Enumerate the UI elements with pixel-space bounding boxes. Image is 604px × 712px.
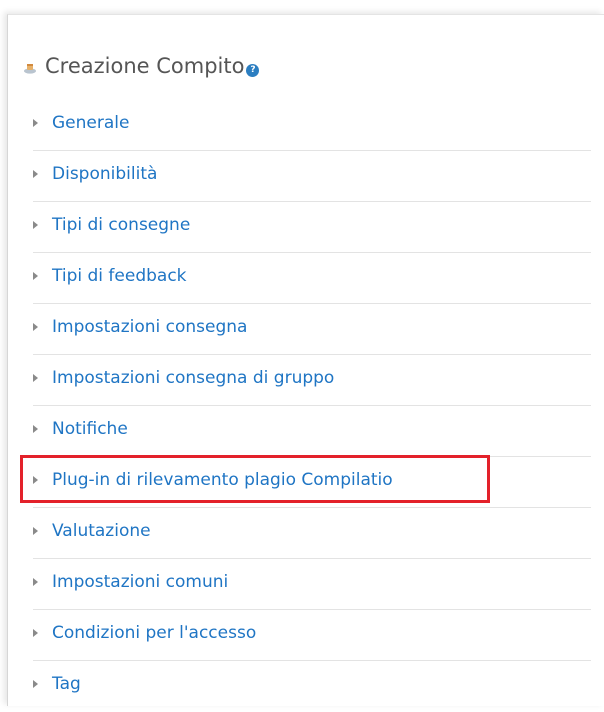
section-toggle[interactable]: Plug-in di rilevamento plagio Compilatio [33,470,393,490]
caret-right-icon [33,680,38,688]
section-toggle[interactable]: Impostazioni consegna [33,317,247,337]
section-link[interactable]: Impostazioni comuni [52,572,228,592]
section-item-impostazioni-consegna-di-gruppo: Impostazioni consegna di gruppo [33,355,591,406]
section-link[interactable]: Impostazioni consegna di gruppo [52,368,334,388]
section-item-plagiarism-plugin: Plug-in di rilevamento plagio Compilatio [33,457,591,508]
section-toggle[interactable]: Generale [33,113,129,133]
section-item-generale: Generale [33,100,591,151]
caret-right-icon [33,527,38,535]
section-toggle[interactable]: Impostazioni consegna di gruppo [33,368,334,388]
section-toggle[interactable]: Condizioni per l'accesso [33,623,256,643]
section-toggle[interactable]: Valutazione [33,521,151,541]
caret-right-icon [33,272,38,280]
caret-right-icon [33,221,38,229]
section-item-tipi-di-feedback: Tipi di feedback [33,253,591,304]
section-toggle[interactable]: Tipi di consegne [33,215,190,235]
caret-right-icon [33,119,38,127]
section-item-tipi-di-consegne: Tipi di consegne [33,202,591,253]
caret-right-icon [33,425,38,433]
section-item-disponibilita: Disponibilità [33,151,591,202]
section-link[interactable]: Tag [52,674,81,694]
section-list: Generale Disponibilità Tipi di consegne … [33,100,591,712]
section-item-impostazioni-consegna: Impostazioni consegna [33,304,591,355]
assignment-icon [24,64,36,74]
section-link[interactable]: Valutazione [52,521,151,541]
section-toggle[interactable]: Impostazioni comuni [33,572,228,592]
section-toggle[interactable]: Tag [33,674,81,694]
section-item-tag: Tag [33,661,591,712]
section-item-condizioni-accesso: Condizioni per l'accesso [33,610,591,661]
section-link[interactable]: Condizioni per l'accesso [52,623,256,643]
page-title: Creazione Compito [45,54,245,78]
section-link[interactable]: Disponibilità [52,164,157,184]
section-link[interactable]: Impostazioni consegna [52,317,247,337]
section-link[interactable]: Notifiche [52,419,128,439]
question-circle-icon[interactable]: ? [246,63,260,77]
caret-right-icon [33,323,38,331]
caret-right-icon [33,629,38,637]
caret-right-icon [33,170,38,178]
section-toggle[interactable]: Notifiche [33,419,128,439]
section-toggle[interactable]: Tipi di feedback [33,266,187,286]
panel-header: Creazione Compito ? [23,48,260,84]
caret-right-icon [33,374,38,382]
section-toggle[interactable]: Disponibilità [33,164,157,184]
section-item-notifiche: Notifiche [33,406,591,457]
caret-right-icon [33,476,38,484]
section-link[interactable]: Plug-in di rilevamento plagio Compilatio [52,470,393,490]
section-item-impostazioni-comuni: Impostazioni comuni [33,559,591,610]
section-link[interactable]: Generale [52,113,129,133]
section-item-valutazione: Valutazione [33,508,591,559]
caret-right-icon [33,578,38,586]
section-link[interactable]: Tipi di consegne [52,215,190,235]
section-link[interactable]: Tipi di feedback [52,266,187,286]
